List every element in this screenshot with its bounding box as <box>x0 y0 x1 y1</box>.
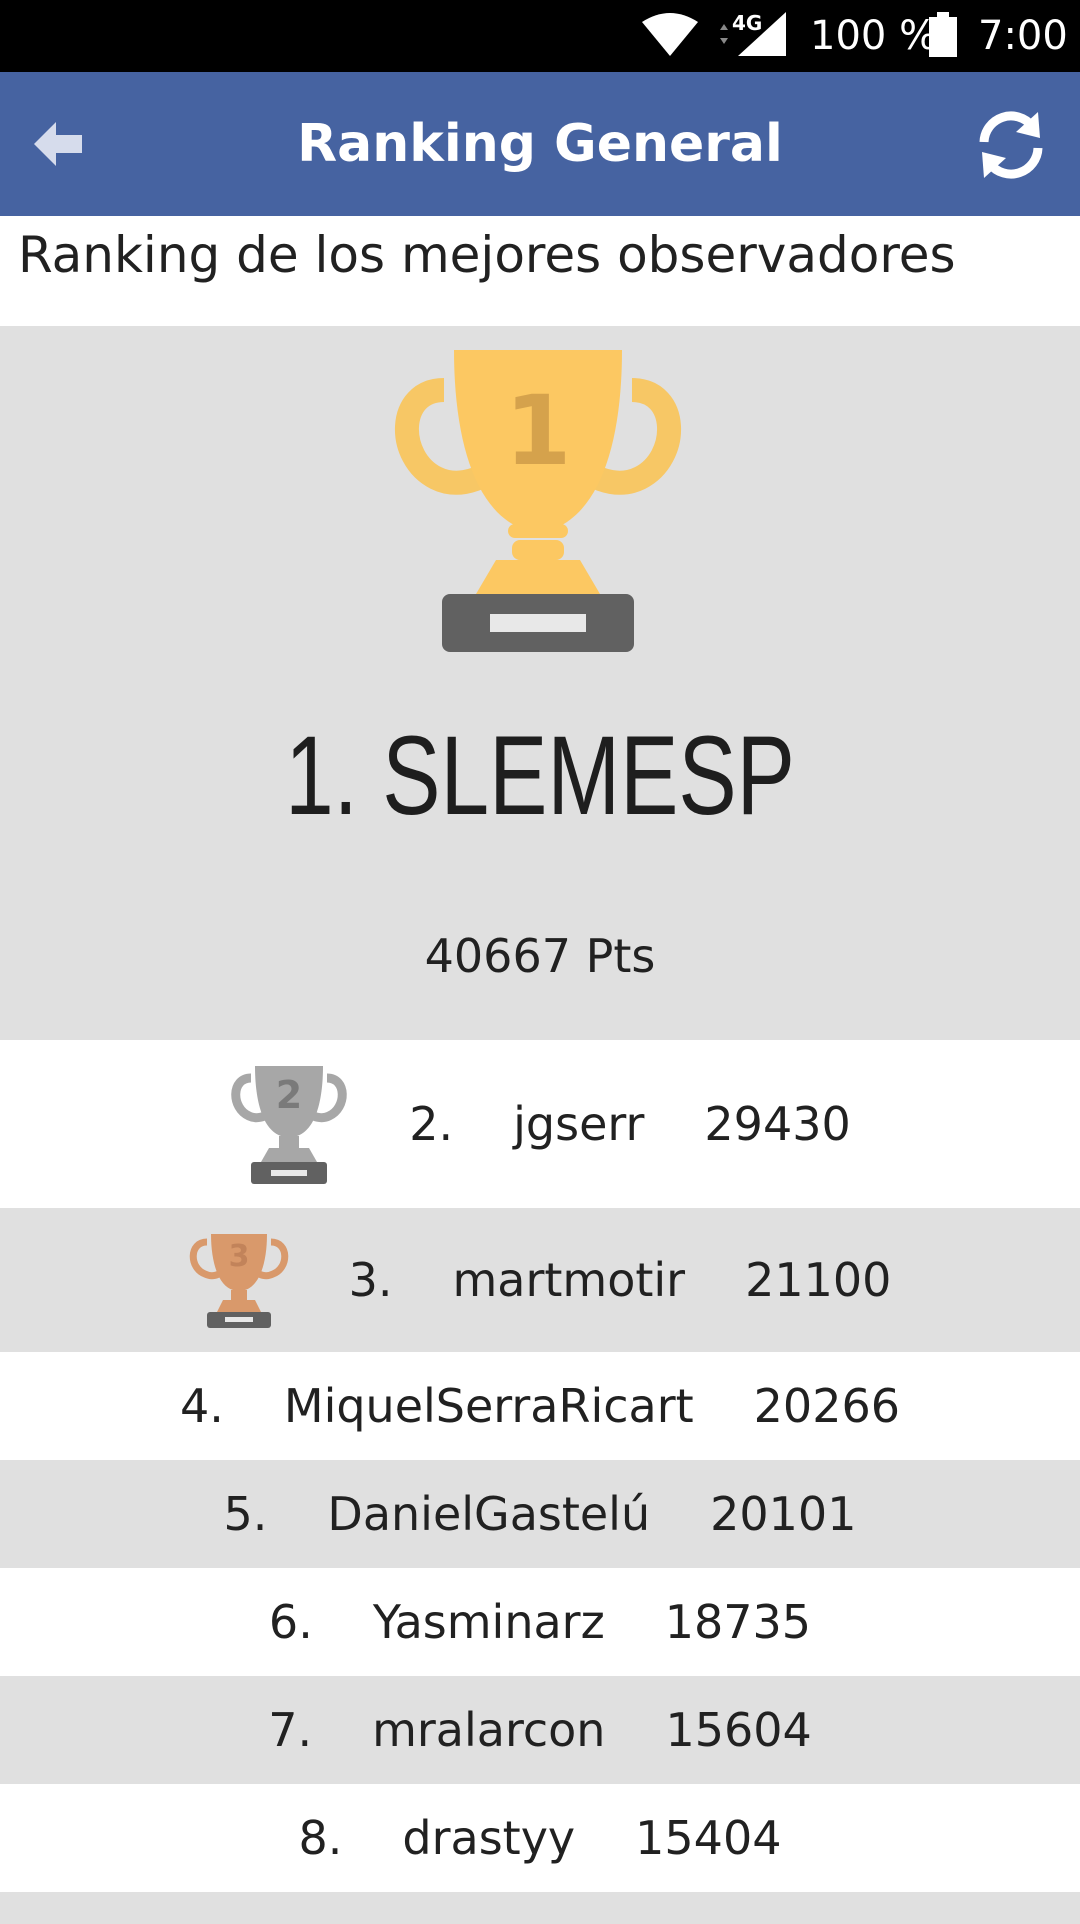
rank-name: martmotir <box>452 1253 686 1307</box>
rank-position: 5. <box>223 1487 268 1541</box>
rank-position: 8. <box>298 1811 343 1865</box>
rank-points: 21100 <box>745 1253 892 1307</box>
rank-position: 3. <box>348 1253 393 1307</box>
signal-icon: 4G <box>720 11 786 56</box>
ranking-row[interactable]: 5. DanielGastelú 20101 <box>0 1460 1080 1568</box>
rank-position: 7. <box>268 1703 313 1757</box>
rank-position: 2. <box>409 1097 454 1151</box>
app-bar: Ranking General <box>0 72 1080 216</box>
ranking-row[interactable]: 4. MiquelSerraRicart 20266 <box>0 1352 1080 1460</box>
rank-name: Yasminarz <box>372 1595 605 1649</box>
ranking-row[interactable]: 2 2. jgserr 29430 <box>0 1040 1080 1208</box>
rank-name: mralarcon <box>372 1703 606 1757</box>
winner-points: 40667 Pts <box>424 929 656 983</box>
trophy-number: 3 <box>228 1239 249 1274</box>
rank-points: 29430 <box>704 1097 851 1151</box>
rank-points: 18735 <box>664 1595 812 1649</box>
rank-name: jgserr <box>513 1097 645 1151</box>
rank-position: 4. <box>179 1379 224 1433</box>
rank-name: drastyy <box>402 1811 576 1865</box>
rank-name: MiquelSerraRicart <box>283 1379 694 1433</box>
ranking-row[interactable]: 3 3. martmotir 21100 <box>0 1208 1080 1352</box>
trophy-number: 2 <box>276 1073 302 1117</box>
gold-trophy-icon: 1 <box>394 350 682 652</box>
battery-percent: 100 % <box>810 13 938 59</box>
ranking-row-partial <box>0 1892 1080 1924</box>
ranking-description: Ranking de los mejores observadores <box>0 216 1080 326</box>
ranking-row[interactable]: 6. Yasminarz 18735 <box>0 1568 1080 1676</box>
winner-name: 1. SLEMESP <box>285 713 795 838</box>
battery-icon <box>929 12 957 57</box>
refresh-icon[interactable] <box>974 108 1048 182</box>
ranking-list: 2 2. jgserr 29430 3 3. martmotir 21100 4… <box>0 1040 1080 1924</box>
silver-trophy-icon: 2 <box>231 1066 347 1184</box>
rank-points: 20101 <box>710 1487 857 1541</box>
status-bar: 4G 100 % 7:00 <box>0 0 1080 72</box>
wifi-icon <box>642 13 698 56</box>
bronze-trophy-icon: 3 <box>189 1234 288 1328</box>
page-title: Ranking General <box>297 114 783 174</box>
winner-card: 1 1. SLEMESP 40667 Pts <box>0 326 1080 1040</box>
rank-position: 6. <box>268 1595 313 1649</box>
rank-points: 20266 <box>753 1379 900 1433</box>
rank-points: 15604 <box>665 1703 812 1757</box>
trophy-number: 1 <box>505 375 572 487</box>
ranking-row[interactable]: 8. drastyy 15404 <box>0 1784 1080 1892</box>
network-type: 4G <box>732 11 762 35</box>
rank-points: 15404 <box>635 1811 782 1865</box>
ranking-row[interactable]: 7. mralarcon 15604 <box>0 1676 1080 1784</box>
rank-name: DanielGastelú <box>327 1487 651 1541</box>
clock: 7:00 <box>978 13 1068 59</box>
